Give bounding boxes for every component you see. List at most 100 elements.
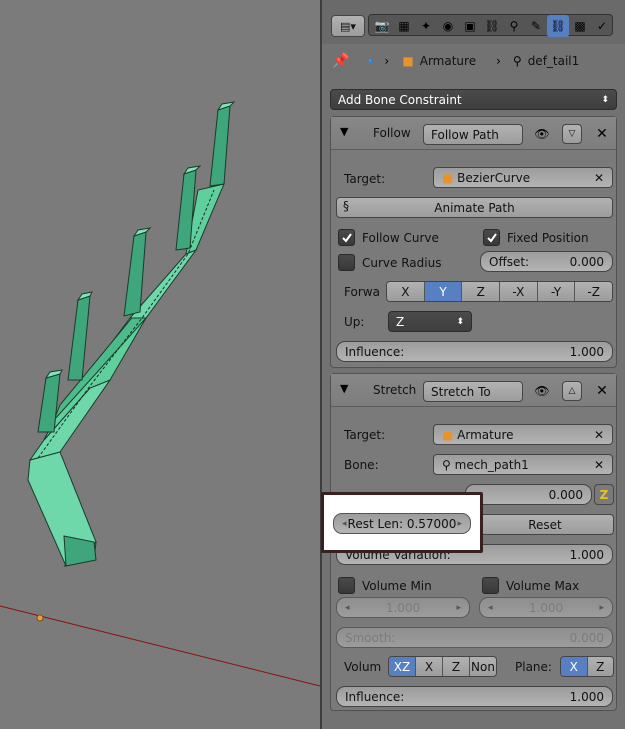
target-field[interactable]: ■ BezierCurve ✕ <box>433 167 613 188</box>
volume-mode-x[interactable]: X <box>415 657 442 676</box>
fixed-position-checkbox[interactable] <box>483 229 500 246</box>
arrow-right-icon[interactable]: ▸ <box>456 603 461 613</box>
follow-curve-checkbox[interactable] <box>338 229 355 246</box>
origin-dot <box>36 614 44 622</box>
arrow-right-icon[interactable]: ▸ <box>457 519 462 529</box>
bbone-toggle-icon[interactable]: Z <box>594 484 614 505</box>
scene-icon[interactable]: ✦ <box>415 15 437 37</box>
object-cube-icon: ■ <box>402 54 414 68</box>
target-field[interactable]: ■ Armature ✕ <box>433 424 613 445</box>
fixed-position-option[interactable]: Fixed Position <box>483 229 589 246</box>
check-icon <box>341 232 352 243</box>
follow-curve-label: Follow Curve <box>362 230 439 245</box>
offset-field[interactable]: Offset: 0.000 <box>480 251 613 272</box>
curve-radius-checkbox[interactable] <box>338 254 355 271</box>
close-icon[interactable]: ✕ <box>592 382 612 400</box>
stretch-influence-slider[interactable]: Influence: 1.000 <box>336 686 613 707</box>
forward-axis-neg-y[interactable]: -Y <box>536 282 575 301</box>
offset-value: 0.000 <box>569 254 604 269</box>
volume-min-label: Volume Min <box>362 578 432 593</box>
arrow-left-icon[interactable]: ◂ <box>342 519 347 529</box>
volume-min-checkbox[interactable] <box>338 577 355 594</box>
arrow-right-icon[interactable]: ▸ <box>599 603 604 613</box>
curve-icon: Z <box>599 487 609 502</box>
arrow-left-icon[interactable]: ◂ <box>488 603 493 613</box>
reset-button[interactable]: Reset <box>476 514 614 535</box>
volume-min-value-field[interactable]: ◂ 1.000 ▸ <box>336 597 470 618</box>
object-constraint-icon[interactable]: ⛓ <box>481 15 503 37</box>
world-icon[interactable]: ◉ <box>437 15 459 37</box>
smooth-value: 0.000 <box>569 630 604 645</box>
influence-label: Influence: <box>345 344 405 359</box>
offset-label: Offset: <box>489 254 530 269</box>
armature-data-icon[interactable]: ⚲ <box>503 15 525 37</box>
follow-path-constraint: ▼ Follow Follow Path 👁 ▽ ✕ Target: ■ Bez… <box>330 116 617 368</box>
forward-axis-neg-x[interactable]: -X <box>499 282 537 301</box>
follow-curve-option[interactable]: Follow Curve <box>338 229 439 246</box>
forward-label: Forwa <box>344 285 380 299</box>
forward-axis-x[interactable]: X <box>387 282 424 301</box>
clear-x-icon[interactable]: ✕ <box>594 458 604 472</box>
updown-arrow-icon: ⬍ <box>601 94 609 105</box>
plane-x[interactable]: X <box>561 657 587 676</box>
bone-value: mech_path1 <box>454 457 529 472</box>
curve-radius-option[interactable]: Curve Radius <box>338 254 441 271</box>
volume-mode-xz[interactable]: XZ <box>389 657 415 676</box>
move-down-button[interactable]: ▽ <box>562 124 582 144</box>
bone-constraint-icon[interactable]: ⛓ <box>547 15 569 37</box>
plane-z[interactable]: Z <box>586 657 613 676</box>
bone-field[interactable]: ⚲ mech_path1 ✕ <box>433 454 613 475</box>
target-label: Target: <box>344 172 386 186</box>
armature-bones[interactable] <box>0 0 320 729</box>
animate-path-icon: § <box>343 199 349 213</box>
x-axis-line <box>0 605 320 687</box>
close-icon[interactable]: ✕ <box>592 125 612 143</box>
head-tail-field[interactable]: 0.000 <box>465 484 592 505</box>
forward-axis-selector: X Y Z -X -Y -Z <box>386 281 613 302</box>
volume-mode-none[interactable]: Non <box>469 657 496 676</box>
curve-radius-label: Curve Radius <box>362 255 442 270</box>
pin-icon[interactable]: 📌 <box>332 53 349 69</box>
volume-max-option[interactable]: Volume Max <box>482 577 579 594</box>
volume-min-option[interactable]: Volume Min <box>338 577 432 594</box>
3d-viewport[interactable] <box>0 0 320 729</box>
influence-value: 1.000 <box>569 344 604 359</box>
collapse-triangle-icon[interactable]: ▼ <box>340 125 348 138</box>
render-icon[interactable]: 📷 <box>371 15 393 37</box>
stretch-to-name-field[interactable]: Stretch To <box>423 381 523 402</box>
rest-length-field[interactable]: ◂ Rest Len: 0.57000 ▸ <box>333 513 471 534</box>
forward-axis-z[interactable]: Z <box>461 282 500 301</box>
arrow-left-icon[interactable]: ◂ <box>345 603 350 613</box>
follow-header-label: Follow <box>373 126 411 140</box>
eye-icon[interactable]: 👁 <box>532 382 552 400</box>
breadcrumb-armature[interactable]: Armature <box>420 54 476 68</box>
editor-type-button[interactable]: ▤▾ <box>331 15 365 37</box>
clear-x-icon[interactable]: ✕ <box>594 171 604 185</box>
render-layers-icon[interactable]: ▦ <box>393 15 415 37</box>
clear-x-icon[interactable]: ✕ <box>594 428 604 442</box>
material-icon[interactable]: ✓ <box>591 15 613 37</box>
move-up-button[interactable]: △ <box>562 381 582 401</box>
texture-icon[interactable]: ▩ <box>569 15 591 37</box>
animate-path-button[interactable]: § Animate Path <box>336 197 613 218</box>
forward-axis-neg-z[interactable]: -Z <box>574 282 612 301</box>
eye-icon[interactable]: 👁 <box>532 125 552 143</box>
volume-max-checkbox[interactable] <box>482 577 499 594</box>
plane-label: Plane: <box>515 660 552 674</box>
add-bone-constraint-menu[interactable]: Add Bone Constraint ⬍ <box>330 89 617 110</box>
volume-max-value: 1.000 <box>528 600 564 615</box>
breadcrumb-bone[interactable]: def_tail1 <box>528 54 580 68</box>
object-icon[interactable]: ▣ <box>459 15 481 37</box>
animate-path-label: Animate Path <box>434 200 515 215</box>
collapse-triangle-icon[interactable]: ▼ <box>340 382 348 395</box>
up-axis-dropdown[interactable]: Z ⬍ <box>388 311 472 332</box>
volume-mode-z[interactable]: Z <box>442 657 469 676</box>
smooth-slider[interactable]: Smooth: 0.000 <box>336 627 613 648</box>
rest-length-value: Rest Len: 0.57000 <box>347 516 457 531</box>
follow-influence-slider[interactable]: Influence: 1.000 <box>336 341 613 362</box>
forward-axis-y[interactable]: Y <box>423 282 462 301</box>
follow-path-header: ▼ Follow Follow Path 👁 ▽ ✕ <box>331 117 616 150</box>
volume-max-value-field[interactable]: ◂ 1.000 ▸ <box>479 597 613 618</box>
bone-icon[interactable]: ✎ <box>525 15 547 37</box>
follow-path-name-field[interactable]: Follow Path <box>423 124 523 145</box>
